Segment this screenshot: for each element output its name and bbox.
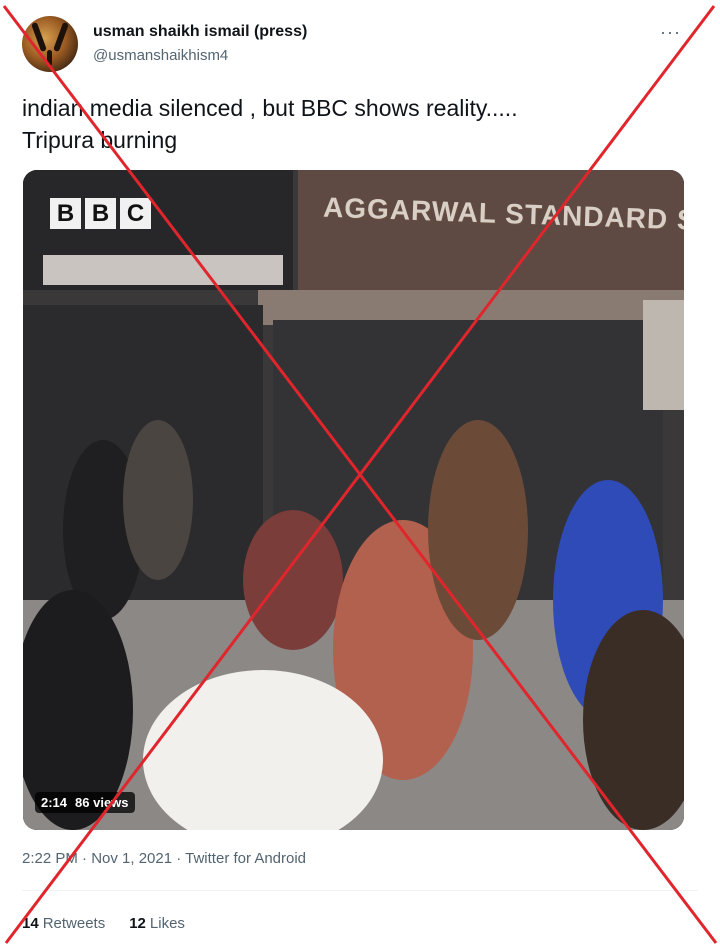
tweet-text: indian media silenced , but BBC shows re… (22, 92, 682, 156)
bbc-letter: B (85, 198, 116, 229)
tweet-timestamp[interactable]: 2:22 PM · Nov 1, 2021 · Twitter for Andr… (22, 850, 306, 867)
divider (22, 890, 698, 891)
retweets-stat[interactable]: 14 Retweets (22, 915, 105, 932)
likes-count: 12 (129, 915, 146, 932)
tweet-text-line-2: Tripura burning (22, 127, 178, 153)
retweets-count: 14 (22, 915, 39, 932)
engagement-stats: 14 Retweets 12 Likes (22, 915, 185, 932)
video-duration: 2:14 (41, 795, 68, 810)
video-duration-badge: 2:14 86 views (35, 792, 135, 813)
tweet-text-line-1: indian media silenced , but BBC shows re… (22, 95, 518, 121)
bbc-letter: B (50, 198, 81, 229)
avatar[interactable] (22, 16, 78, 72)
retweets-label: Retweets (42, 915, 106, 932)
video-views: 86 views (75, 795, 129, 810)
more-options-icon[interactable]: ··· (660, 22, 681, 43)
bbc-letter: C (120, 198, 151, 229)
author-name[interactable]: usman shaikh ismail (press) (93, 23, 307, 41)
video-frame (23, 170, 684, 830)
likes-stat[interactable]: 12 Likes (129, 915, 185, 932)
likes-label: Likes (149, 915, 185, 932)
video-player[interactable]: B B C AGGARWAL STANDARD SWEETS 2:14 86 v… (23, 170, 684, 830)
bbc-logo: B B C (50, 198, 151, 229)
author-handle[interactable]: @usmanshaikhism4 (93, 47, 228, 64)
